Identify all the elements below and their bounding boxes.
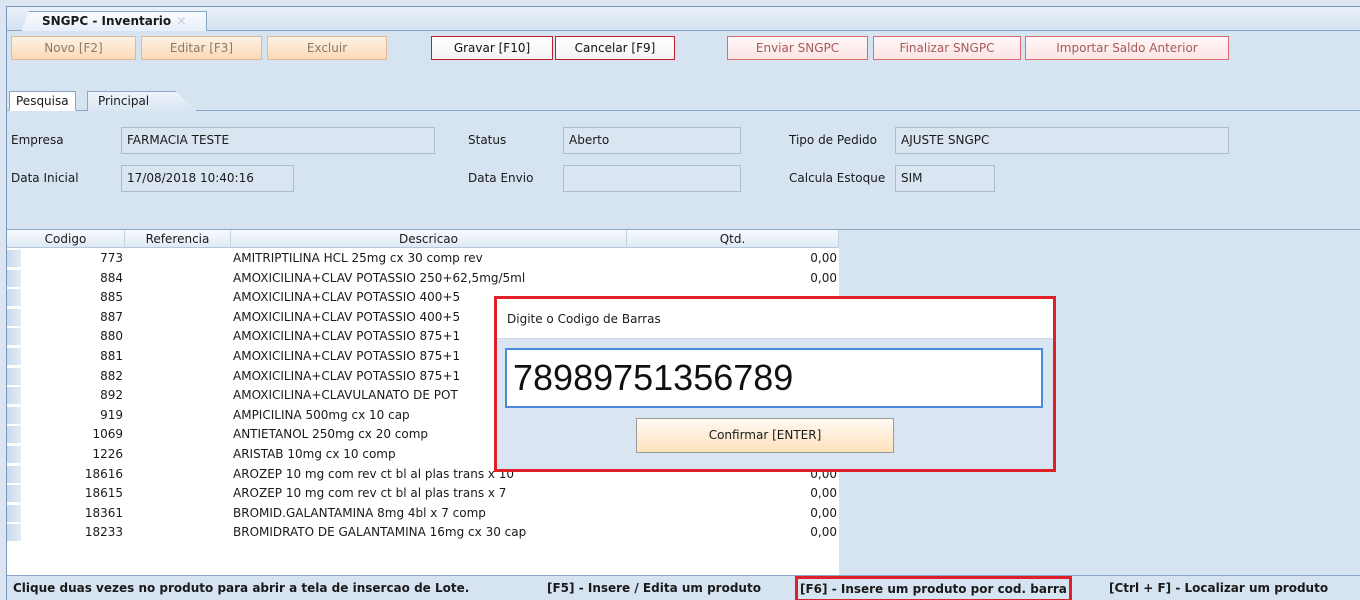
importar-saldo-button[interactable]: Importar Saldo Anterior xyxy=(1025,36,1229,60)
row-indicator[interactable] xyxy=(7,367,21,385)
cell-codigo: 880 xyxy=(100,329,123,344)
status-field[interactable]: Aberto xyxy=(563,127,741,154)
cell-codigo: 881 xyxy=(100,349,123,363)
cell-descricao: BROMIDRATO DE GALANTAMINA 16mg cx 30 cap xyxy=(233,525,527,540)
cell-qtd: 0,00 xyxy=(810,270,837,285)
row-indicator[interactable] xyxy=(7,348,21,365)
column-header-qtd[interactable]: Qtd. xyxy=(627,230,839,248)
status-shortcut-f6: [F6] - Insere um produto por cod. barra xyxy=(795,576,1072,600)
cell-codigo: 919 xyxy=(100,407,123,422)
cell-codigo: 884 xyxy=(100,270,123,285)
row-indicator[interactable] xyxy=(7,308,21,326)
row-indicator[interactable] xyxy=(7,446,21,463)
data-envio-label: Data Envio xyxy=(468,171,534,185)
tipo-pedido-label: Tipo de Pedido xyxy=(789,133,877,147)
document-tab-sngpc-inventario[interactable]: SNGPC - Inventario × xyxy=(21,11,207,32)
barcode-input[interactable] xyxy=(505,348,1043,408)
toolbar: Novo [F2] Editar [F3] Excluir Gravar [F1… xyxy=(7,31,1360,61)
status-label: Status xyxy=(468,133,507,147)
calcula-estoque-field[interactable]: SIM xyxy=(895,165,995,192)
row-indicator[interactable] xyxy=(7,269,21,287)
status-hint: Clique duas vezes no produto para abrir … xyxy=(13,581,470,595)
editar-button[interactable]: Editar [F3] xyxy=(141,36,262,60)
document-tab-title: SNGPC - Inventario xyxy=(42,14,172,28)
column-header-codigo[interactable]: Codigo xyxy=(7,230,125,248)
cell-codigo: 18233 xyxy=(84,525,123,540)
row-indicator[interactable] xyxy=(7,426,21,444)
close-icon[interactable]: × xyxy=(176,12,187,31)
table-row[interactable]: 773 AMITRIPTILINA HCL 25mg cx 30 comp rev… xyxy=(7,249,839,268)
empresa-field[interactable]: FARMACIA TESTE xyxy=(121,127,435,154)
tipo-pedido-field[interactable]: AJUSTE SNGPC xyxy=(895,127,1229,154)
confirm-button[interactable]: Confirmar [ENTER] xyxy=(636,418,894,453)
tab-principal-label: Principal xyxy=(98,94,150,108)
cell-qtd: 0,00 xyxy=(810,525,837,540)
row-indicator[interactable] xyxy=(7,465,21,483)
cancelar-button[interactable]: Cancelar [F9] xyxy=(555,36,675,60)
barcode-dialog: Digite o Codigo de Barras Confirmar [ENT… xyxy=(494,296,1056,472)
cell-qtd: 0,00 xyxy=(810,505,837,520)
table-row[interactable]: 18615 AROZEP 10 mg com rev ct bl al plas … xyxy=(7,484,839,503)
status-shortcut-f5: [F5] - Insere / Edita um produto xyxy=(547,581,761,595)
data-envio-field[interactable] xyxy=(563,165,741,192)
status-shortcut-ctrl-f: [Ctrl + F] - Localizar um produto xyxy=(1109,581,1329,595)
cell-codigo: 892 xyxy=(100,388,123,403)
app-window: SNGPC - Inventario × Novo [F2] Editar [F… xyxy=(6,6,1360,600)
cell-descricao: AMITRIPTILINA HCL 25mg cx 30 comp rev xyxy=(233,251,483,265)
cell-descricao: AMOXICILINA+CLAV POTASSIO 250+62,5mg/5ml xyxy=(233,270,526,285)
empresa-label: Empresa xyxy=(11,133,64,147)
table-row[interactable]: 18361 BROMID.GALANTAMINA 8mg 4bl x 7 comp… xyxy=(7,504,839,523)
document-tab-strip: SNGPC - Inventario × xyxy=(7,7,1360,32)
enviar-sngpc-button[interactable]: Enviar SNGPC xyxy=(727,36,868,60)
cell-descricao: BROMID.GALANTAMINA 8mg 4bl x 7 comp xyxy=(233,505,486,520)
table-row[interactable]: 884 AMOXICILINA+CLAV POTASSIO 250+62,5mg/… xyxy=(7,269,839,288)
cell-codigo: 885 xyxy=(100,290,123,305)
row-indicator[interactable] xyxy=(7,250,21,267)
tab-pesquisa[interactable]: Pesquisa xyxy=(9,91,76,111)
cell-codigo: 18361 xyxy=(84,505,123,520)
cell-codigo: 1226 xyxy=(92,447,123,461)
row-indicator[interactable] xyxy=(7,524,21,542)
row-indicator[interactable] xyxy=(7,328,21,346)
tab-principal[interactable]: Principal xyxy=(87,91,197,111)
column-header-descricao[interactable]: Descricao xyxy=(231,230,627,248)
barcode-dialog-title: Digite o Codigo de Barras xyxy=(497,299,1053,339)
cell-descricao: AROZEP 10 mg com rev ct bl al plas trans… xyxy=(233,486,507,501)
row-indicator[interactable] xyxy=(7,289,21,307)
cell-codigo: 887 xyxy=(100,309,123,324)
grid-header: Codigo Referencia Descricao Qtd. xyxy=(7,230,839,248)
data-inicial-field[interactable]: 17/08/2018 10:40:16 xyxy=(121,165,294,192)
cell-codigo: 1069 xyxy=(92,427,123,442)
table-row[interactable]: 18233 BROMIDRATO DE GALANTAMINA 16mg cx 3… xyxy=(7,523,839,542)
excluir-button[interactable]: Excluir xyxy=(267,36,387,60)
cell-codigo: 18616 xyxy=(84,466,123,481)
finalizar-sngpc-button[interactable]: Finalizar SNGPC xyxy=(873,36,1021,60)
gravar-button[interactable]: Gravar [F10] xyxy=(431,36,553,60)
column-header-referencia[interactable]: Referencia xyxy=(125,230,231,248)
page-tab-strip: Principal Pesquisa xyxy=(7,89,1360,111)
data-inicial-label: Data Inicial xyxy=(11,171,79,185)
novo-button[interactable]: Novo [F2] xyxy=(11,36,136,60)
header-form: Empresa FARMACIA TESTE Status Aberto Tip… xyxy=(7,111,1360,229)
status-bar: Clique duas vezes no produto para abrir … xyxy=(7,575,1360,600)
row-indicator[interactable] xyxy=(7,387,21,405)
cell-codigo: 882 xyxy=(100,368,123,383)
calcula-estoque-label: Calcula Estoque xyxy=(789,171,886,185)
cell-codigo: 18615 xyxy=(84,486,123,501)
row-indicator[interactable] xyxy=(7,406,21,424)
row-indicator[interactable] xyxy=(7,485,21,503)
cell-qtd: 0,00 xyxy=(810,486,837,501)
cell-qtd: 0,00 xyxy=(810,251,837,265)
cell-codigo: 773 xyxy=(100,251,123,265)
row-indicator[interactable] xyxy=(7,504,21,522)
